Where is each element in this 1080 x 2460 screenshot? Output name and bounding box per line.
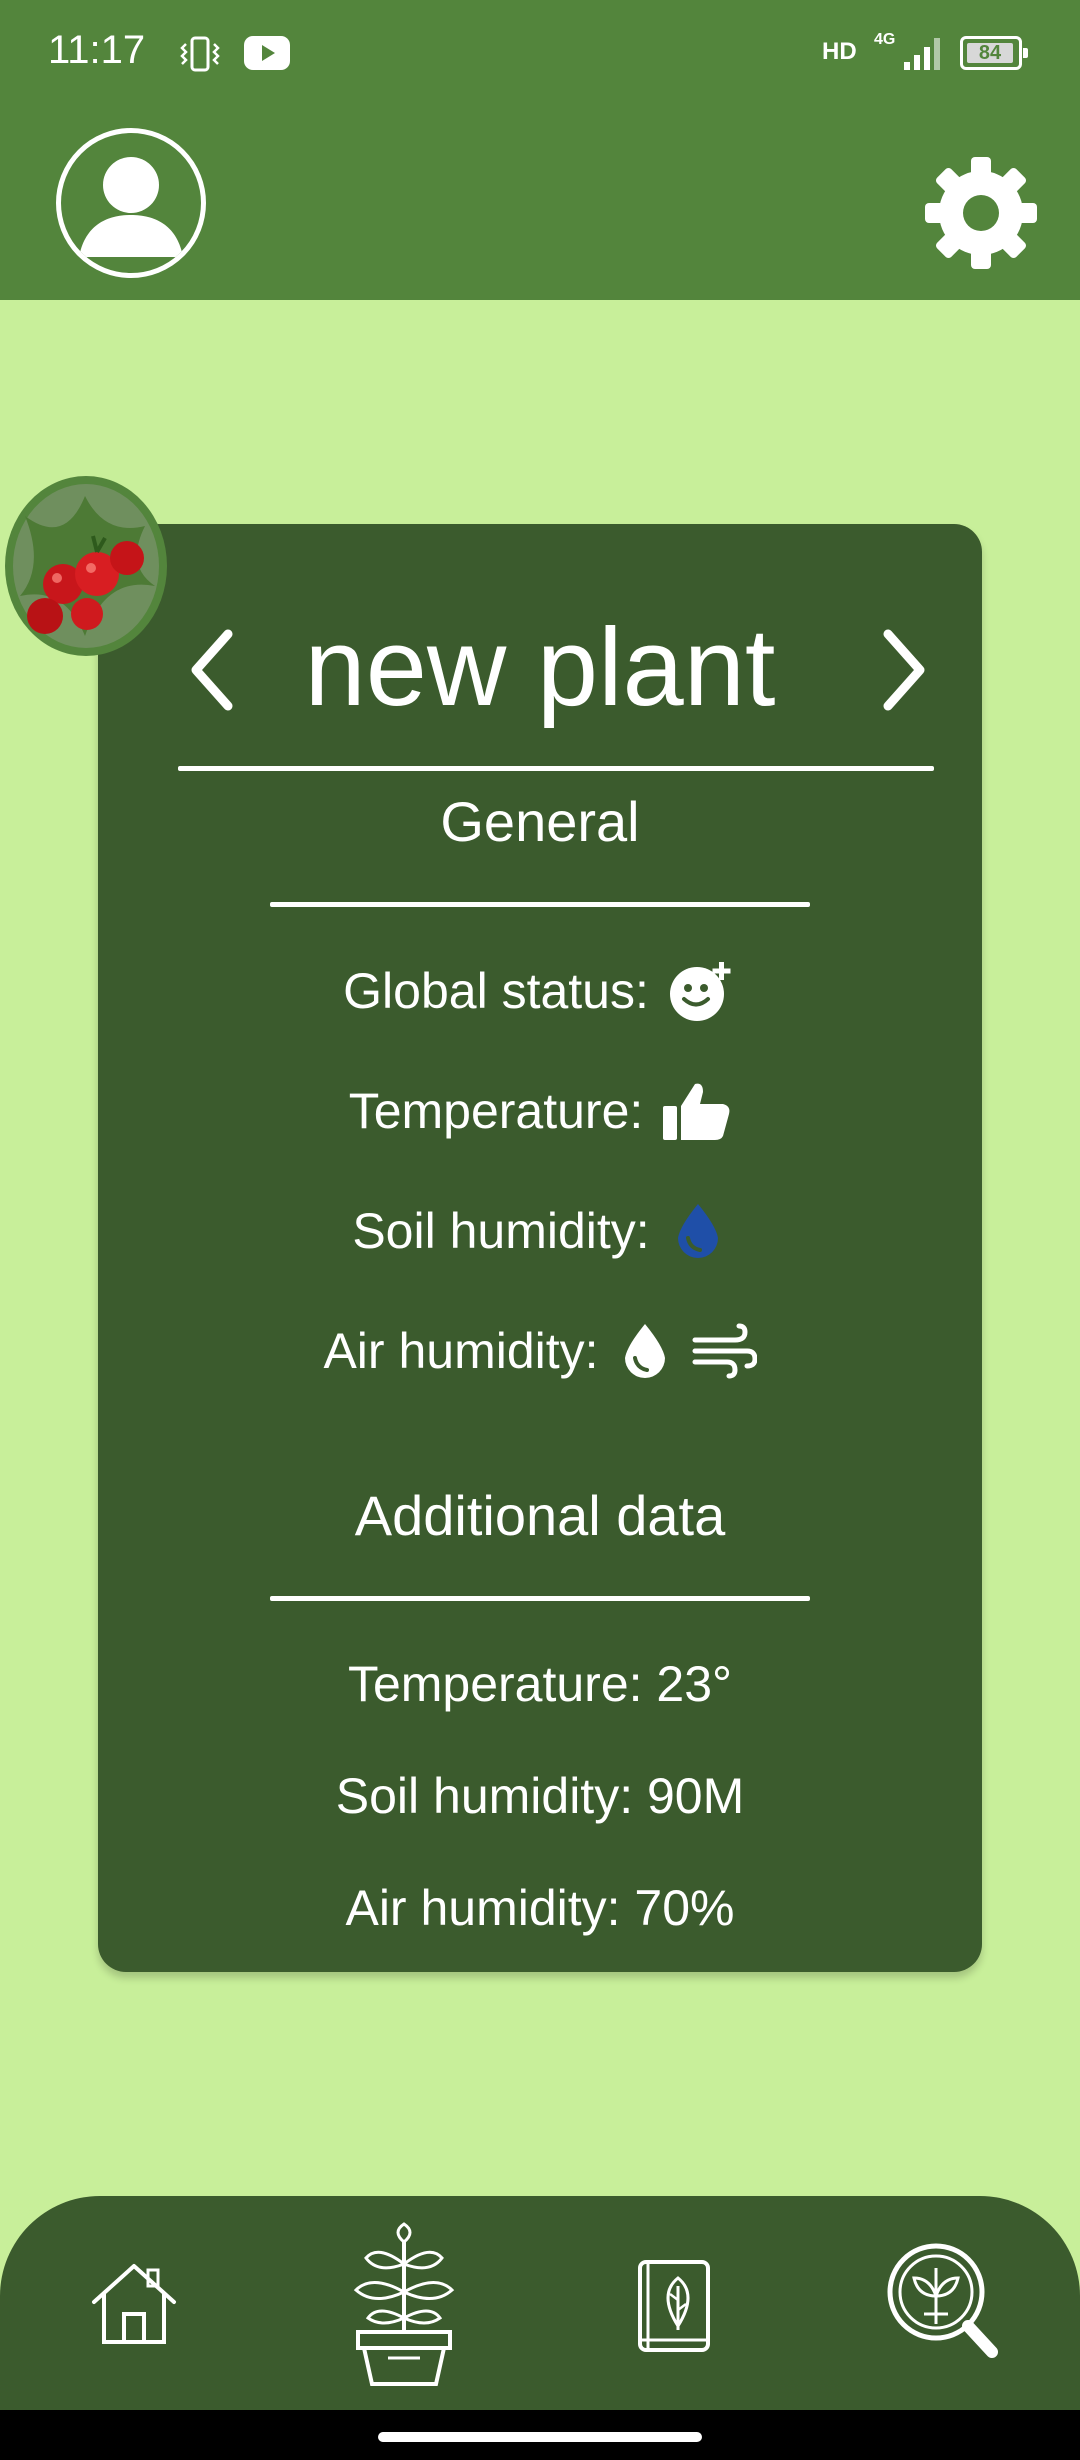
network-type-label: 4G: [874, 31, 896, 48]
plant-search-icon: [887, 2243, 998, 2358]
plant-card: new plant General Global status: Tempera…: [98, 524, 982, 1972]
title-divider: [178, 766, 934, 771]
temperature-status-label: Temperature:: [348, 1083, 644, 1139]
signal-icon: [902, 34, 946, 77]
next-plant-button[interactable]: [868, 620, 938, 720]
battery-icon: 84: [960, 36, 1028, 70]
youtube-icon: [244, 36, 290, 75]
vibrate-icon: [178, 34, 222, 79]
additional-divider: [270, 1596, 810, 1601]
global-status-label: Global status:: [343, 963, 649, 1019]
general-section-title: General: [440, 790, 640, 853]
air-humidity-status-row: Air humidity:: [98, 1320, 982, 1382]
additional-temperature: Temperature: 23°: [347, 1656, 733, 1712]
plant-book-icon: [638, 2260, 710, 2352]
water-drop-icon: [677, 1204, 718, 1258]
profile-button[interactable]: [56, 128, 206, 278]
chevron-right-icon: [883, 629, 925, 711]
settings-button[interactable]: [922, 154, 1040, 272]
global-status-row: Global status:: [98, 960, 982, 1022]
wind-icon: [692, 1323, 757, 1379]
nav-home-button[interactable]: [88, 2258, 180, 2355]
status-time: 11:17: [48, 28, 146, 72]
nav-plant-library-button[interactable]: [634, 2258, 714, 2363]
temperature-status-row: Temperature:: [98, 1080, 982, 1142]
network-hd-label: HD: [822, 38, 857, 65]
status-bar: 11:17 HD 4G 84: [0, 0, 1080, 110]
gear-icon: [925, 157, 1037, 269]
battery-level: 84: [967, 43, 1013, 63]
plant-name: new plant: [304, 606, 776, 729]
water-drop-icon: [624, 1324, 665, 1378]
home-icon: [92, 2264, 176, 2344]
general-divider: [270, 902, 810, 907]
app-header: [0, 110, 1080, 300]
bottom-navigation: [0, 2196, 1080, 2410]
air-humidity-status-label: Air humidity:: [323, 1323, 599, 1379]
additional-soil-humidity: Soil humidity: 90M: [335, 1768, 745, 1824]
soil-humidity-status-row: Soil humidity:: [98, 1200, 982, 1262]
nav-my-plants-button[interactable]: [348, 2222, 460, 2393]
plant-photo[interactable]: [5, 476, 167, 656]
gesture-home-bar[interactable]: [378, 2432, 702, 2442]
thumbs-up-icon: [663, 1083, 730, 1140]
additional-section-title: Additional data: [354, 1484, 726, 1547]
happy-face-plus-icon: [669, 962, 731, 1021]
nav-plant-search-button[interactable]: [884, 2240, 1000, 2369]
soil-humidity-status-label: Soil humidity:: [352, 1203, 650, 1259]
additional-air-humidity: Air humidity: 70%: [345, 1880, 735, 1936]
potted-plant-icon: [353, 2222, 455, 2386]
user-avatar-icon: [79, 157, 183, 257]
